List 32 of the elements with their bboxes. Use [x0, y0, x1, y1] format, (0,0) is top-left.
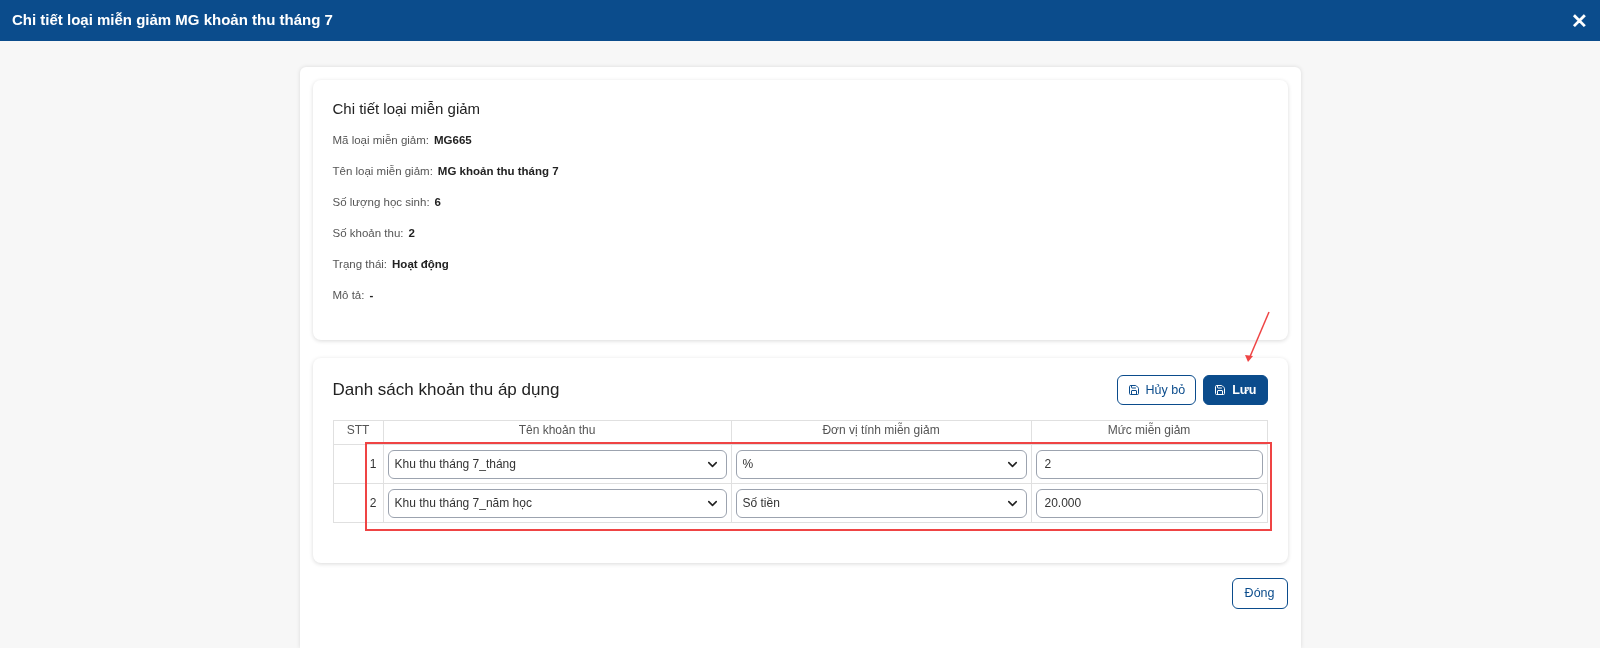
field-value: 6 [434, 194, 441, 210]
window-title: Chi tiết loại miễn giảm MG khoản thu tháng 7 [12, 10, 333, 31]
field-value: 2 [408, 225, 415, 241]
field-value: MG665 [434, 132, 472, 148]
dropdown-field[interactable]: Khu thu tháng 7_tháng [387, 449, 727, 479]
dropdown-field[interactable]: % [735, 449, 1027, 479]
table-cell: 2 [333, 483, 383, 523]
field-label: Trạng thái: [332, 256, 388, 272]
field-value: MG khoản thu tháng 7 [437, 163, 559, 179]
field-label: Mô tả: [332, 287, 365, 303]
save-button[interactable]: Lưu [1203, 375, 1268, 405]
input-field[interactable]: 20.000 [1035, 488, 1263, 518]
cancel-button[interactable]: Hủy bỏ [1116, 375, 1197, 405]
field-label: Số lượng học sinh: [332, 194, 430, 210]
field-value: - [369, 287, 374, 303]
table-cell: 1 [333, 444, 383, 484]
column-header: Đơn vị tính miễn giảm [731, 420, 1031, 445]
section-title: Chi tiết loại miễn giảm [332, 99, 482, 119]
section-title: Danh sách khoản thu áp dụng [332, 379, 560, 402]
column-header: Mức miễn giảm [1031, 420, 1267, 445]
input-field[interactable]: 2 [1035, 449, 1263, 479]
close-button[interactable]: ✕ [1571, 10, 1588, 31]
field-label: Tên loại miễn giảm: [332, 163, 433, 179]
dropdown-field[interactable]: Khu thu tháng 7_năm học [387, 488, 727, 518]
field-value: Hoạt động [392, 256, 449, 273]
column-header: STT [333, 420, 383, 445]
close-dialog-button[interactable]: Đóng [1231, 578, 1288, 609]
column-header: Tên khoản thu [383, 420, 731, 445]
field-label: Số khoản thu: [332, 225, 404, 241]
annotation-arrow [1243, 309, 1273, 364]
dropdown-field[interactable]: Số tiền [735, 488, 1027, 518]
field-label: Mã loại miễn giảm: [332, 132, 429, 148]
